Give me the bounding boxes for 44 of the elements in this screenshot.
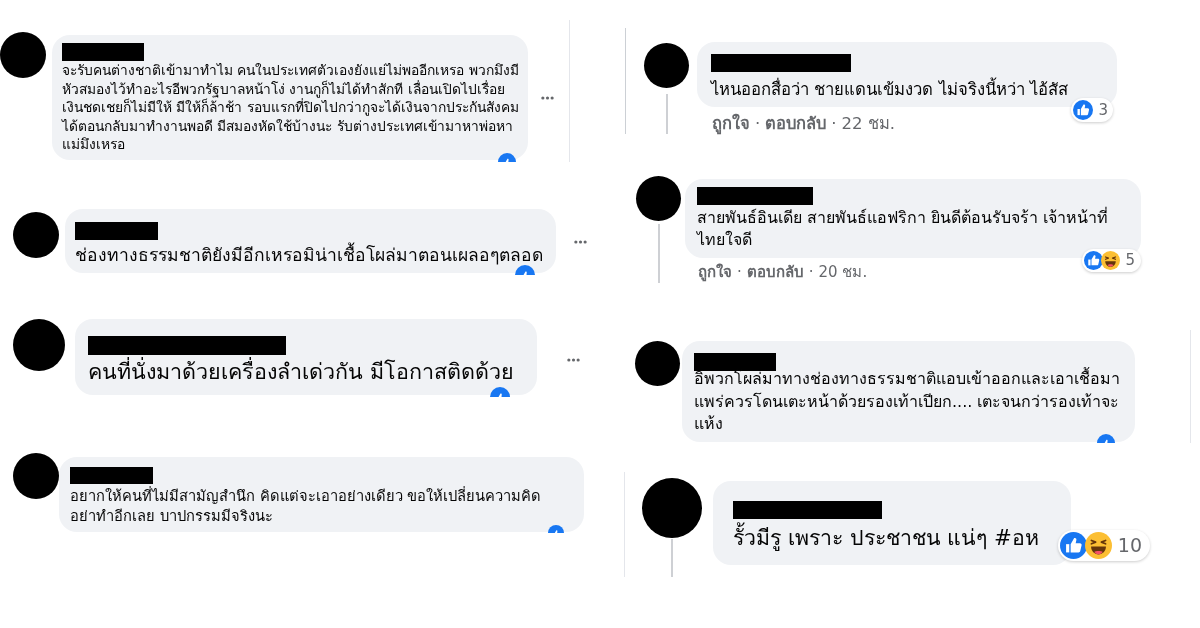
reply-link[interactable]: ตอบกลับ [746,262,804,282]
timestamp: 20 ชม. [818,262,868,282]
like-icon [1073,100,1094,120]
like-icon [515,265,535,275]
avatar [13,212,59,258]
like-icon [1059,532,1087,559]
reaction-count: 3 [1098,102,1108,118]
reaction-badge[interactable]: 3 [1071,98,1113,122]
avatar [13,319,65,371]
laughing-emoji-icon [1084,532,1112,559]
more-options-icon[interactable] [574,240,587,244]
avatar [0,32,46,78]
like-icon [548,525,564,533]
reply-link[interactable]: ตอบกลับ [765,114,827,134]
separator-dot: · [755,114,761,134]
reaction-badge[interactable]: 10 [1057,530,1150,561]
reaction-badge[interactable]: 5 [1082,249,1141,272]
separator-dot: · [831,114,837,134]
like-icon [498,152,516,162]
comment-text: คนที่นั่งมาด้วยเครื่องลำเด่วกัน มีโอกาสติดด้วย [88,359,515,385]
avatar [644,43,689,88]
comment-text: อยากให้คนที่ไม่มีสามัญสำนึก คิดแต่จะเอาอย่างเดียว ขอให้เปลี่ยนความคิด อย่าทำอีกเลย บาปกรรมมีจริงนะ [70,486,543,525]
reaction-count: 5 [1125,253,1135,268]
comment-text: สายพันธ์อินเดีย สายพันธ์แอฟริกา ยินดีต้อนรับจร้า เจ้าหน้าที่ไทยใจดี [697,207,1110,251]
comment-text: ไหนออกสื่อว่า ชายแดนเข้มงวด ไม่จริงนี้หว่า ไอ้สัส [711,78,1069,100]
like-link[interactable]: ถูกใจ [712,114,750,134]
comment-text: ช่องทางธรรมชาติยังมีอีกเหรอมิน่าเชื้อโผล่มาตอนเผลอๆตลอด [75,244,548,266]
avatar [642,478,702,538]
like-icon [1097,433,1115,443]
comment-text: อิพวกโผล่มาทางช่องทางธรรมชาติแอบเข้าออกและเอาเชื้อมาแพร่ควรโดนเตะหน้าด้วยรองเท้าเปียก.... เตะจนกว่ารองเท้าจะแห้ง [694,368,1121,435]
like-link[interactable]: ถูกใจ [698,262,732,282]
comment-text: จะรับคนต่างชาติเข้ามาทำไม คนในประเทศตัวเองยังแย่ไม่พออีกเหรอ พวกมึงมีหัวสมองไว้ทำอะไรอีพวกรัฐบาลหน้าโง่ งานกูก็ไม่ได้ทำสักที เลื่อนเปิดไปเรื่อยเงินชดเชยก็ไม่มีให้ มีให้ก็ล้าช้า รอบแรกที่ปิดไปกว่ากูจะได้เงินจากประกันสังคมได้ตอนกลับมาทำงานพอดี มีสมองหัดใช้บ้างนะ รับต่างประเทศเข้ามาหาพ่อหาแม่มึงเหรอ [62,61,520,154]
avatar [636,176,681,221]
more-options-icon[interactable] [567,358,580,362]
more-options-icon[interactable] [541,96,554,100]
avatar [13,453,59,499]
separator-dot: · [808,262,814,282]
like-icon [488,387,512,397]
avatar [635,341,680,386]
timestamp: 22 ชม. [841,114,895,134]
laughing-emoji-icon [1101,251,1121,270]
like-icon [1084,251,1104,270]
separator-dot: · [737,262,742,282]
reaction-count: 10 [1117,536,1142,555]
